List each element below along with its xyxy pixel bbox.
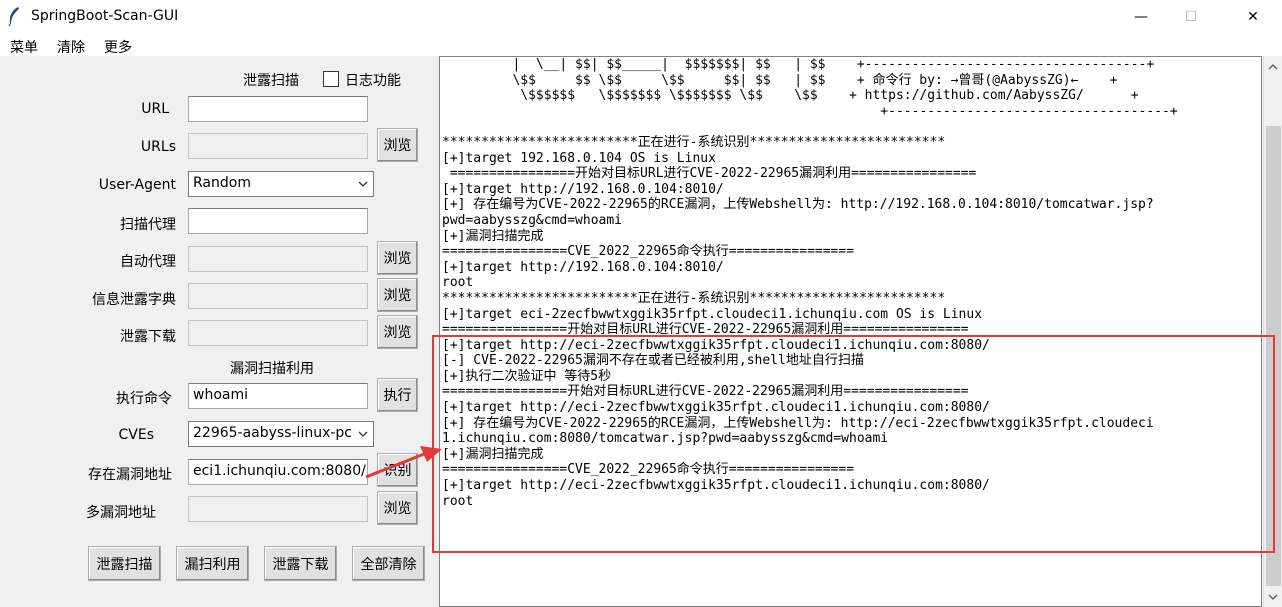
console-line: [+]target http://192.168.0.104:8010/ [442,181,724,197]
minimize-icon: — [1134,9,1148,25]
log-checkbox[interactable] [323,71,339,87]
vuln-address-label: 存在漏洞地址 [88,467,172,483]
exec-cmd-input[interactable]: whoami [188,383,368,409]
console-line: \$$ $$ \$$ \$$ $$| $$ | $$ + 命令行 by: →曾哥… [442,72,1118,88]
maximize-button[interactable]: ☐ [1164,0,1218,34]
menu-item-more[interactable]: 更多 [104,37,132,57]
console-line: pwd=aabysszg&cmd=whoami [442,212,623,228]
auto-proxy-browse-button[interactable]: 浏览 [377,241,418,275]
title-bar: SpringBoot-Scan-GUI — ☐ ✕ [0,0,1282,34]
console-line: [+] 存在编号为CVE-2022-22965的RCE漏洞，上传Webshell… [442,197,1154,213]
log-checkbox-label: 日志功能 [345,73,401,89]
identify-button[interactable]: 识别 [377,453,418,487]
auto-proxy-label: 自动代理 [120,254,176,270]
cves-select[interactable]: 22965-aabyss-linux-pc [188,421,374,447]
vuln-exploit-button[interactable]: 漏扫利用 [176,546,249,581]
leak-dict-input[interactable] [188,283,368,309]
console-line: [+]漏洞扫描完成 [442,228,544,244]
cves-label: CVEs [118,427,155,443]
url-label: URL [141,101,169,117]
scan-proxy-label: 扫描代理 [120,217,176,233]
console-line: ================开始对目标URL进行CVE-2022-22965… [442,166,977,182]
exec-cmd-label: 执行命令 [116,391,172,407]
console-line: *************************正在进行-系统识别******… [442,290,946,306]
close-button[interactable]: ✕ [1226,0,1280,34]
leak-dict-label: 信息泄露字典 [92,292,176,308]
user-agent-value: Random [193,175,251,191]
scan-proxy-input[interactable] [188,208,368,234]
minimize-button[interactable]: — [1114,0,1168,34]
urls-browse-button[interactable]: 浏览 [377,128,418,162]
scroll-up-icon[interactable] [1268,62,1278,72]
chevron-down-icon [358,181,368,187]
console-line: [+]target 192.168.0.104 OS is Linux [442,150,716,166]
leak-download-input[interactable] [188,320,368,346]
console-line: | \__| $$| $$_____| $$$$$$$| $$ | $$ +--… [442,57,1155,72]
leak-download-button[interactable]: 泄露下载 [264,546,337,581]
clear-all-button[interactable]: 全部清除 [352,546,425,581]
auto-proxy-input[interactable] [188,246,368,272]
urls-input[interactable] [188,133,368,159]
maximize-icon: ☐ [1184,9,1198,25]
scroll-down-icon[interactable] [1268,592,1278,602]
console-line: \$$$$$$ \$$$$$$$ \$$$$$$$ \$$ \$$ + http… [442,88,1139,104]
url-input[interactable] [188,96,368,122]
chevron-down-icon [358,431,368,437]
console-line: ================CVE_2022_22965命令执行======… [442,244,855,260]
leak-download-browse-button[interactable]: 浏览 [377,315,418,349]
console-line: +------------------------------------+ [442,103,1178,119]
urls-label: URLs [140,139,176,155]
menu-bar: 菜单 清除 更多 [0,34,1282,56]
menu-item-menu[interactable]: 菜单 [10,37,38,57]
leak-scan-header: 泄露扫描 [243,73,299,89]
cves-value: 22965-aabyss-linux-pc [193,425,353,441]
user-agent-label: User-Agent [98,177,176,193]
user-agent-select[interactable]: Random [188,171,374,197]
multi-vuln-browse-button[interactable]: 浏览 [377,491,418,525]
console-line: [+]target eci-2zecfbwwtxggik35rfpt.cloud… [442,306,983,322]
leak-scan-button[interactable]: 泄露扫描 [88,546,161,581]
window-title: SpringBoot-Scan-GUI [31,8,179,24]
multi-vuln-address-label: 多漏洞地址 [86,505,156,521]
vuln-address-input[interactable]: eci1.ichunqiu.com:8080/ [188,459,368,485]
feather-icon [8,7,19,26]
menu-item-clear[interactable]: 清除 [57,37,85,57]
console-line: *************************正在进行-系统识别******… [442,134,946,150]
vuln-section-header: 漏洞扫描利用 [230,361,314,377]
console-line: root [442,275,474,291]
console-line: [+]target http://192.168.0.104:8010/ [442,259,724,275]
leak-download-label: 泄露下载 [120,329,176,345]
close-icon: ✕ [1247,9,1259,25]
leak-dict-browse-button[interactable]: 浏览 [377,278,418,312]
exec-button[interactable]: 执行 [377,378,418,412]
highlight-box [432,335,1275,553]
multi-vuln-address-input[interactable] [188,496,368,522]
